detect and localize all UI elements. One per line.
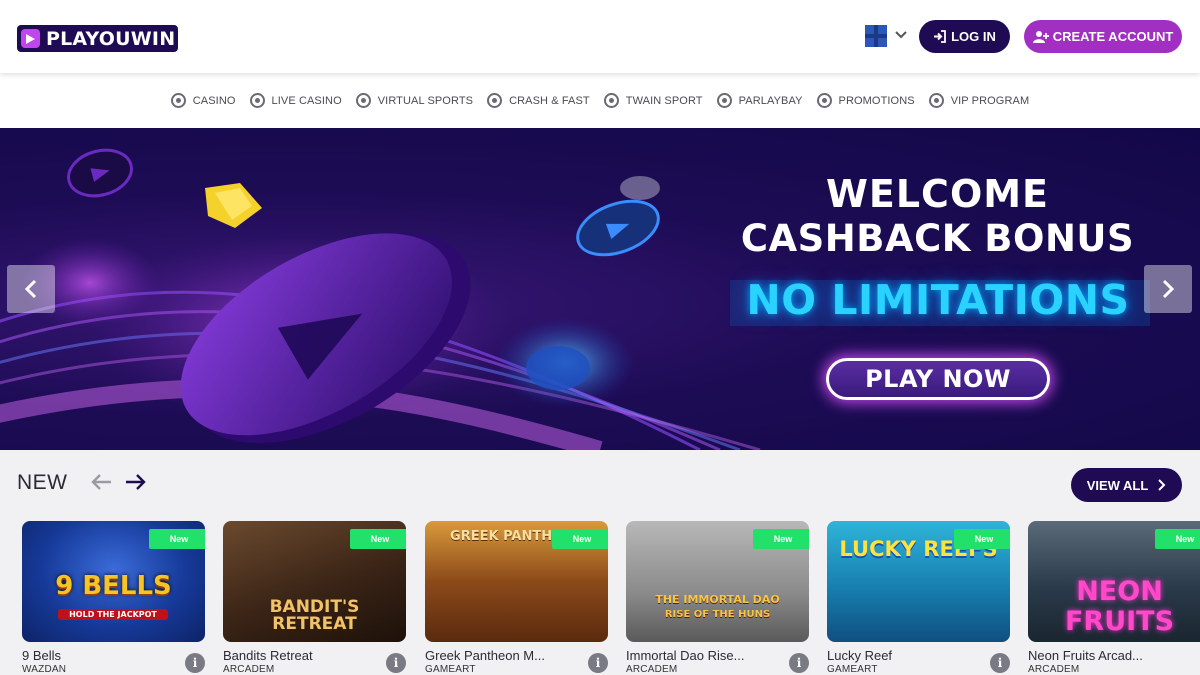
nav-item-virtual-sports[interactable]: VIRTUAL SPORTS [355, 93, 474, 108]
game-card[interactable]: GREEK PANTHEON New Greek Pantheon M... G… [425, 521, 608, 675]
game-name[interactable]: Immortal Dao Rise... [626, 648, 786, 663]
game-provider: GAMEART [827, 664, 878, 675]
new-badge: New [753, 529, 809, 549]
new-badge: New [350, 529, 406, 549]
game-name[interactable]: Neon Fruits Arcad... [1028, 648, 1188, 663]
thumb-title: NEON FRUITS [1064, 576, 1175, 637]
view-all-button[interactable]: VIEW ALL [1071, 468, 1182, 502]
game-name[interactable]: Bandits Retreat [223, 648, 383, 663]
new-badge: New [1155, 529, 1200, 549]
gift-icon [816, 93, 832, 108]
game-thumbnail[interactable]: LUCKY REEFS New [827, 521, 1010, 642]
banner-subheadline: CASHBACK BONUS [740, 217, 1135, 260]
game-card[interactable]: LUCKY REEFS New Lucky Reef GAMEART i [827, 521, 1010, 675]
game-provider: ARCADEM [626, 664, 678, 675]
login-label: LOG IN [951, 29, 996, 44]
banner-headline: WELCOME [825, 172, 1050, 216]
chevron-down-icon[interactable] [893, 27, 909, 43]
nav-item-label: PARLAYBAY [738, 94, 803, 107]
game-name[interactable]: Greek Pantheon M... [425, 648, 585, 663]
game-card[interactable]: NEON FRUITS New Neon Fruits Arcad... ARC… [1028, 521, 1200, 675]
site-header: PLAYOUWIN LOG IN CREATE ACCOUNT [0, 0, 1200, 73]
nav-item-label: PROMOTIONS [838, 94, 915, 107]
game-provider: ARCADEM [223, 664, 275, 675]
banner-next-button[interactable] [1144, 265, 1192, 313]
live-casino-icon [249, 93, 265, 108]
nav-item-label: LIVE CASINO [271, 94, 342, 107]
game-provider: GAMEART [425, 664, 476, 675]
game-provider: ARCADEM [1028, 664, 1080, 675]
info-icon[interactable]: i [588, 653, 608, 673]
game-card[interactable]: THE IMMORTAL DAO RISE OF THE HUNS New Im… [626, 521, 809, 675]
info-icon[interactable]: i [990, 653, 1010, 673]
nav-item-label: CASINO [192, 94, 236, 107]
banner-prev-button[interactable] [7, 265, 55, 313]
nav-item-twain-sport[interactable]: TWAIN SPORT [603, 93, 703, 108]
game-thumbnail[interactable]: THE IMMORTAL DAO RISE OF THE HUNS New [626, 521, 809, 642]
add-user-icon [1032, 31, 1049, 43]
game-card[interactable]: BANDIT'S RETREAT New Bandits Retreat ARC… [223, 521, 406, 675]
game-thumbnail[interactable]: BANDIT'S RETREAT New [223, 521, 406, 642]
arrow-right-icon[interactable] [124, 473, 146, 491]
game-thumbnail[interactable]: GREEK PANTHEON New [425, 521, 608, 642]
rocket-icon [487, 93, 503, 108]
play-now-button[interactable]: PLAY NOW [826, 358, 1050, 400]
thumb-subtitle: RISE OF THE HUNS [664, 609, 771, 620]
new-badge: New [552, 529, 608, 549]
nav-item-crash-fast[interactable]: CRASH & FAST [487, 93, 590, 108]
chevron-left-icon [24, 279, 37, 299]
arrow-left-icon[interactable] [91, 473, 113, 491]
play-logo-icon [21, 29, 40, 48]
game-card[interactable]: 9 BELLS HOLD THE JACKPOT New 9 Bells WAZ… [22, 521, 205, 675]
nav-item-label: VIRTUAL SPORTS [377, 94, 474, 107]
create-account-label: CREATE ACCOUNT [1052, 29, 1174, 44]
game-name[interactable]: Lucky Reef [827, 648, 987, 663]
nav-item-label: VIP PROGRAM [950, 94, 1030, 107]
chevron-right-icon [1162, 279, 1175, 299]
nav-item-label: CRASH & FAST [509, 94, 590, 107]
info-icon[interactable]: i [386, 653, 406, 673]
info-icon[interactable]: i [789, 653, 809, 673]
game-thumbnail[interactable]: NEON FRUITS New [1028, 521, 1200, 642]
crown-icon [928, 93, 944, 108]
nav-item-live-casino[interactable]: LIVE CASINO [249, 93, 342, 108]
new-badge: New [954, 529, 1010, 549]
thumb-title: 9 BELLS [55, 571, 172, 601]
game-provider: WAZDAN [22, 664, 67, 675]
thumb-title: BANDIT'S RETREAT [269, 597, 360, 634]
flag-icon[interactable] [865, 25, 887, 47]
main-nav: CASINO LIVE CASINO VIRTUAL SPORTS CRASH … [0, 73, 1200, 128]
game-thumbnail[interactable]: 9 BELLS HOLD THE JACKPOT New [22, 521, 205, 642]
site-logo[interactable]: PLAYOUWIN [17, 25, 178, 52]
logo-text: PLAYOUWIN [46, 27, 176, 50]
create-account-button[interactable]: CREATE ACCOUNT [1024, 20, 1182, 53]
view-all-label: VIEW ALL [1086, 477, 1149, 493]
login-button[interactable]: LOG IN [919, 20, 1010, 53]
info-icon[interactable]: i [185, 653, 205, 673]
banner-tagline: NO LIMITATIONS [746, 276, 1130, 324]
nav-item-parlaybay[interactable]: PARLAYBAY [716, 93, 803, 108]
login-icon [934, 30, 947, 43]
promo-banner[interactable]: WELCOME CASHBACK BONUS NO LIMITATIONS PL… [0, 128, 1200, 450]
nav-item-promotions[interactable]: PROMOTIONS [816, 93, 915, 108]
chevron-right-icon [1158, 479, 1166, 491]
thumb-title: THE IMMORTAL DAO [655, 593, 780, 606]
game-name[interactable]: 9 Bells [22, 648, 182, 663]
nav-item-vip-program[interactable]: VIP PROGRAM [928, 93, 1030, 108]
new-badge: New [149, 529, 205, 549]
section-title: NEW [17, 471, 68, 494]
thumb-subtitle: HOLD THE JACKPOT [58, 609, 168, 620]
virtual-sports-icon [355, 93, 371, 108]
ball-icon [603, 93, 619, 108]
nav-item-casino[interactable]: CASINO [170, 93, 236, 108]
nav-item-label: TWAIN SPORT [625, 94, 703, 107]
parlaybay-icon [716, 93, 732, 108]
casino-chip-icon [170, 93, 186, 108]
